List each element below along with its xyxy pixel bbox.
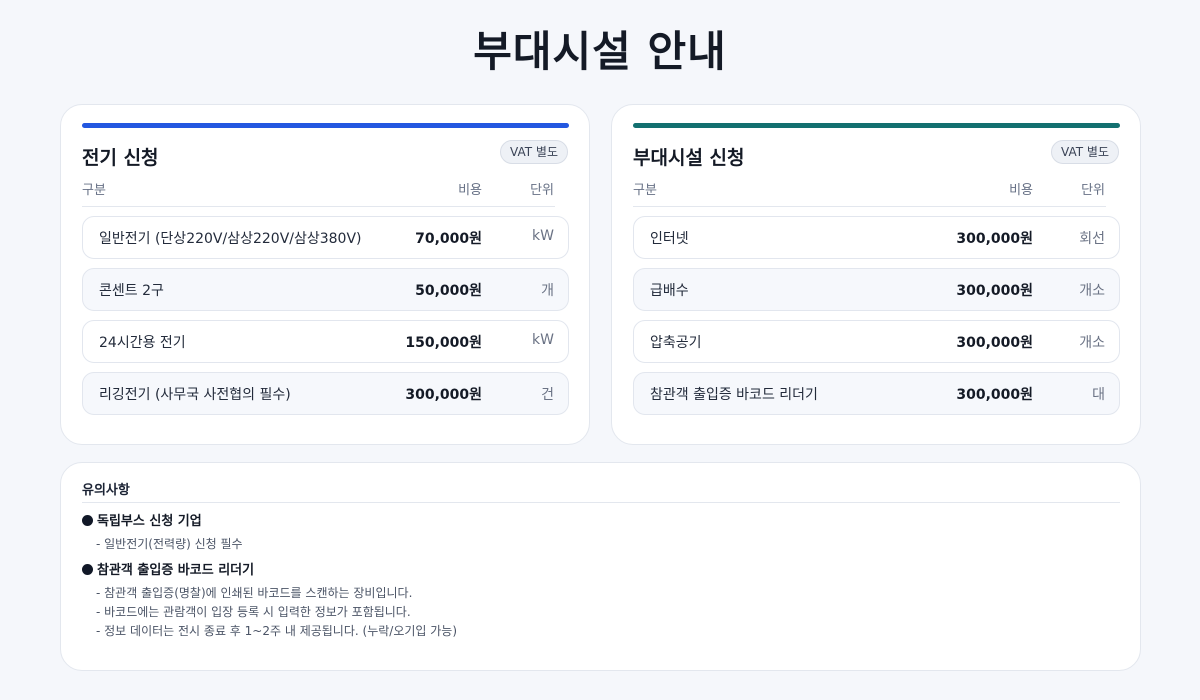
row-name: 급배수 [650,283,689,299]
note-heading: 독립부스 신청 기업 [82,512,243,532]
note-heading: 참관객 출입증 바코드 리더기 [82,561,457,581]
note-line: - 참관객 출입증(명찰)에 인쇄된 바코드를 스캔하는 장비입니다. [96,586,413,600]
header-cost: 비용 [1009,183,1033,198]
table-row: 참관객 출입증 바코드 리더기 300,000원 대 [633,372,1120,415]
table-row: 24시간용 전기 150,000원 kW [82,320,569,363]
electric-table-header: 구분 비용 단위 [82,178,555,207]
header-unit: 단위 [530,183,554,198]
row-cost: 300,000원 [956,283,1033,299]
note-group-barcode: 참관객 출입증 바코드 리더기 - 참관객 출입증(명찰)에 인쇄된 바코드를 … [82,561,457,641]
table-row: 콘센트 2구 50,000원 개 [82,268,569,311]
note-line: - 일반전기(전력량) 신청 필수 [96,537,243,551]
row-unit: 개소 [1079,283,1105,299]
electric-card: 전기 신청 VAT 별도 구분 비용 단위 일반전기 (단상220V/삼상220… [60,104,590,445]
row-name: 압축공기 [650,335,702,351]
note-heading-text: 참관객 출입증 바코드 리더기 [97,563,255,578]
row-name: 콘센트 2구 [99,283,164,299]
facility-vat-badge: VAT 별도 [1051,140,1119,164]
header-unit: 단위 [1081,183,1105,198]
header-cost: 비용 [458,183,482,198]
row-unit: 개소 [1079,335,1105,351]
table-row: 일반전기 (단상220V/삼상220V/삼상380V) 70,000원 kW [82,216,569,259]
facility-rows: 인터넷 300,000원 회선 급배수 300,000원 개소 압축공기 300… [633,216,1120,424]
row-unit: kW [532,228,554,244]
row-name: 일반전기 (단상220V/삼상220V/삼상380V) [99,231,362,247]
electric-vat-badge: VAT 별도 [500,140,568,164]
facility-table-header: 구분 비용 단위 [633,178,1106,207]
notes-divider [82,502,1120,503]
notes-card: 유의사항 독립부스 신청 기업 - 일반전기(전력량) 신청 필수 참관객 출입… [60,462,1141,671]
row-name: 참관객 출입증 바코드 리더기 [650,387,818,403]
row-cost: 300,000원 [956,335,1033,351]
header-category: 구분 [633,183,657,198]
row-cost: 300,000원 [956,387,1033,403]
table-row: 리깅전기 (사무국 사전협의 필수) 300,000원 건 [82,372,569,415]
electric-rows: 일반전기 (단상220V/삼상220V/삼상380V) 70,000원 kW 콘… [82,216,569,424]
row-cost: 70,000원 [415,231,482,247]
facility-accent-bar [633,123,1120,128]
note-line: - 정보 데이터는 전시 종료 후 1~2주 내 제공됩니다. (누락/오기입 … [96,624,458,638]
row-name: 리깅전기 (사무국 사전협의 필수) [99,387,291,403]
row-unit: 대 [1092,387,1105,403]
note-line: - 바코드에는 관람객이 입장 등록 시 입력한 정보가 포함됩니다. [96,605,411,619]
header-category: 구분 [82,183,106,198]
row-cost: 300,000원 [956,231,1033,247]
row-cost: 150,000원 [405,335,482,351]
table-row: 급배수 300,000원 개소 [633,268,1120,311]
electric-card-title: 전기 신청 [82,147,159,169]
facility-card-title: 부대시설 신청 [633,147,745,169]
note-group-booth: 독립부스 신청 기업 - 일반전기(전력량) 신청 필수 [82,512,243,554]
row-unit: 건 [541,387,554,403]
page-title: 부대시설 안내 [473,27,727,76]
row-unit: kW [532,332,554,348]
electric-accent-bar [82,123,569,128]
row-unit: 개 [541,283,554,299]
row-unit: 회선 [1079,231,1105,247]
notes-title: 유의사항 [82,483,130,498]
note-heading-text: 독립부스 신청 기업 [97,514,202,529]
table-row: 압축공기 300,000원 개소 [633,320,1120,363]
row-cost: 300,000원 [405,387,482,403]
bullet-icon [82,564,93,575]
row-cost: 50,000원 [415,283,482,299]
row-name: 24시간용 전기 [99,335,186,351]
row-name: 인터넷 [650,231,689,247]
table-row: 인터넷 300,000원 회선 [633,216,1120,259]
bullet-icon [82,515,93,526]
facility-card: 부대시설 신청 VAT 별도 구분 비용 단위 인터넷 300,000원 회선 … [611,104,1141,445]
